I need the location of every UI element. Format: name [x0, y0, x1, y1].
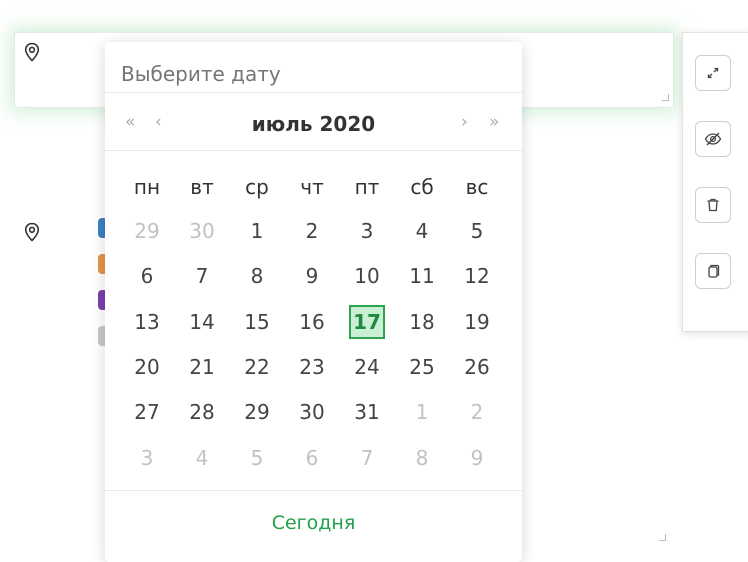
day-cell[interactable]: 12 — [455, 259, 499, 293]
day-cell[interactable]: 11 — [400, 259, 444, 293]
day-cell[interactable]: 10 — [345, 259, 389, 293]
day-cell[interactable]: 15 — [235, 305, 279, 339]
day-cell[interactable]: 2 — [455, 395, 499, 429]
selected-day-cell[interactable]: 17 — [349, 304, 385, 339]
divider — [105, 490, 522, 491]
month-year-title[interactable]: июль 2020 — [105, 112, 522, 136]
resize-handle[interactable] — [659, 534, 666, 541]
day-cell[interactable]: 7 — [180, 259, 224, 293]
copy-icon — [708, 264, 720, 278]
day-cell[interactable]: 23 — [290, 350, 334, 384]
day-cell[interactable]: 4 — [400, 214, 444, 248]
next-month-button[interactable]: › — [461, 112, 468, 132]
day-cell[interactable]: 4 — [180, 441, 224, 475]
weekday-header: ср — [245, 175, 269, 199]
expand-button[interactable] — [695, 55, 731, 91]
weekday-header: пт — [354, 175, 380, 199]
hide-button[interactable] — [695, 121, 731, 157]
day-cell[interactable]: 5 — [455, 214, 499, 248]
day-cell[interactable]: 30 — [290, 395, 334, 429]
trash-icon — [707, 198, 719, 212]
weekday-header: вт — [190, 175, 214, 199]
day-cell[interactable]: 30 — [180, 214, 224, 248]
day-cell[interactable]: 9 — [290, 259, 334, 293]
day-cell[interactable]: 28 — [180, 395, 224, 429]
weekday-header: сб — [410, 175, 434, 199]
day-cell[interactable]: 27 — [125, 395, 169, 429]
day-cell[interactable]: 25 — [400, 350, 444, 384]
resize-handle[interactable] — [662, 94, 669, 101]
day-cell[interactable]: 26 — [455, 350, 499, 384]
day-cell[interactable]: 16 — [290, 305, 334, 339]
day-cell[interactable]: 5 — [235, 441, 279, 475]
day-cell[interactable]: 19 — [455, 305, 499, 339]
weekday-header: пн — [133, 175, 161, 199]
day-cell[interactable]: 21 — [180, 350, 224, 384]
location-pin-icon — [24, 222, 40, 242]
day-cell[interactable]: 8 — [235, 259, 279, 293]
divider — [105, 150, 522, 151]
day-cell[interactable]: 29 — [125, 214, 169, 248]
day-cell[interactable]: 1 — [235, 214, 279, 248]
day-cell[interactable]: 29 — [235, 395, 279, 429]
day-cell[interactable]: 20 — [125, 350, 169, 384]
today-button[interactable]: Сегодня — [105, 512, 522, 534]
hide-icon — [704, 132, 722, 146]
date-picker-popup: « ‹ июль 2020 › » пнвтсрчтптсбвс29301234… — [105, 42, 522, 562]
weekday-header: чт — [300, 175, 324, 199]
delete-button[interactable] — [695, 187, 731, 223]
day-cell[interactable]: 6 — [290, 441, 334, 475]
day-cell[interactable]: 24 — [345, 350, 389, 384]
day-cell[interactable]: 31 — [345, 395, 389, 429]
day-cell[interactable]: 7 — [345, 441, 389, 475]
divider — [105, 92, 522, 93]
day-cell[interactable]: 9 — [455, 441, 499, 475]
day-cell[interactable]: 18 — [400, 305, 444, 339]
location-pin-icon — [24, 42, 40, 62]
day-cell[interactable]: 1 — [400, 395, 444, 429]
expand-icon — [707, 67, 719, 79]
day-cell[interactable]: 13 — [125, 305, 169, 339]
day-cell[interactable]: 8 — [400, 441, 444, 475]
weekday-header: вс — [465, 175, 489, 199]
day-cell[interactable]: 2 — [290, 214, 334, 248]
day-cell[interactable]: 22 — [235, 350, 279, 384]
next-year-button[interactable]: » — [489, 112, 499, 132]
day-cell[interactable]: 3 — [345, 214, 389, 248]
day-cell[interactable]: 6 — [125, 259, 169, 293]
day-cell[interactable]: 14 — [180, 305, 224, 339]
date-input[interactable] — [121, 60, 501, 88]
element-toolbar — [682, 32, 748, 332]
copy-button[interactable] — [695, 253, 731, 289]
day-cell[interactable]: 3 — [125, 441, 169, 475]
